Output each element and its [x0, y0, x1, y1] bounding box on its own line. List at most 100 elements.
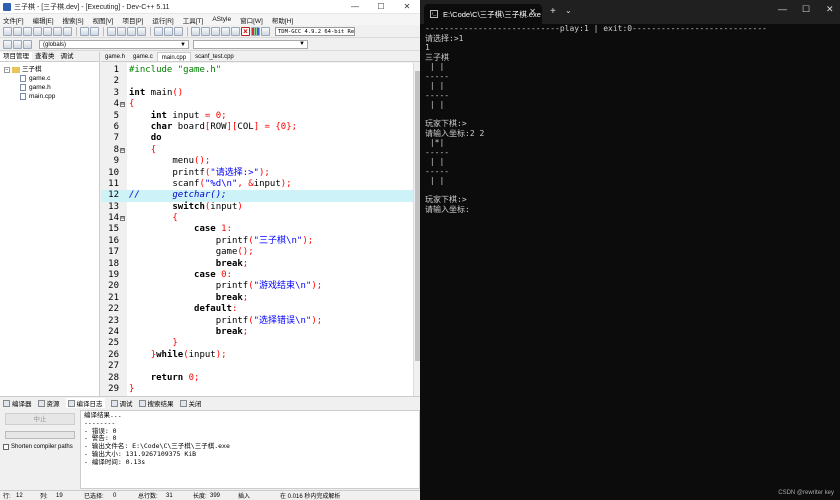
- maximize-button[interactable]: ☐: [368, 0, 394, 14]
- undo-icon[interactable]: [80, 26, 89, 36]
- new-file-icon[interactable]: [3, 26, 12, 36]
- close-button[interactable]: ✕: [826, 4, 834, 15]
- bookmark-icon[interactable]: [174, 26, 183, 36]
- menu-project[interactable]: 项目[P]: [122, 15, 143, 25]
- code-line[interactable]: 7 do: [101, 133, 420, 144]
- code-line[interactable]: 25 }: [101, 338, 420, 349]
- file-node-game-h[interactable]: game.h: [4, 83, 99, 92]
- tab-compile-log[interactable]: 编译日志: [65, 398, 105, 408]
- code-line[interactable]: 19 case 0:: [101, 270, 420, 281]
- code-line[interactable]: 22 default:: [101, 304, 420, 315]
- project-add-icon[interactable]: [13, 39, 22, 49]
- code-line[interactable]: 1 #include "game.h": [101, 65, 420, 76]
- menu-astyle[interactable]: AStyle: [212, 16, 231, 23]
- code-line[interactable]: 24 break;: [101, 327, 420, 338]
- code-line[interactable]: 4 ⊟ {: [101, 99, 420, 110]
- code-line[interactable]: 3 int main(): [101, 88, 420, 99]
- menu-search[interactable]: 搜索[S]: [63, 15, 84, 25]
- tab-classes[interactable]: 查看类: [32, 52, 58, 61]
- rebuild-icon[interactable]: [221, 26, 230, 36]
- code-line[interactable]: 8 ⊟ {: [101, 145, 420, 156]
- code-line[interactable]: 29}: [101, 384, 420, 395]
- project-remove-icon[interactable]: [23, 39, 32, 49]
- code-line[interactable]: 20 printf("游戏结束\n");: [101, 281, 420, 292]
- menu-tools[interactable]: 工具[T]: [183, 15, 204, 25]
- find-next-icon[interactable]: [127, 26, 136, 36]
- tab-close[interactable]: 关闭: [179, 398, 202, 408]
- close-file-icon[interactable]: [43, 26, 52, 36]
- menu-run[interactable]: 运行[R]: [152, 15, 173, 25]
- close-button[interactable]: ✕: [394, 0, 420, 14]
- abort-compile-button[interactable]: 中止: [5, 413, 75, 425]
- check-syntax-icon[interactable]: [231, 26, 240, 36]
- tab-resources[interactable]: 资源: [37, 398, 60, 408]
- terminal-tab[interactable]: ›_ E:\Code\C\三子棋\三子棋.exe ✕: [424, 4, 542, 24]
- code-line[interactable]: 27: [101, 361, 420, 372]
- code-line[interactable]: 15 case 1:: [101, 224, 420, 235]
- code-line[interactable]: 6 char board[ROW][COL] = {0};: [101, 122, 420, 133]
- tab-compiler[interactable]: 编译器: [3, 398, 32, 408]
- code-line[interactable]: 9 menu();: [101, 156, 420, 167]
- code-line[interactable]: 5 int input = 0;: [101, 111, 420, 122]
- menu-help[interactable]: 帮助[H]: [272, 15, 293, 25]
- tab-main-cpp[interactable]: main.cpp: [156, 52, 192, 61]
- compiler-select[interactable]: TDM-GCC 4.9.2 64-bit Re: [275, 26, 355, 36]
- save-all-icon[interactable]: [33, 26, 42, 36]
- scope-select[interactable]: (globals) ▼: [39, 39, 189, 49]
- fold-toggle-icon[interactable]: ⊟: [120, 216, 125, 222]
- code-line[interactable]: 11 scanf("%d\n", &input);: [101, 179, 420, 190]
- shorten-paths-checkbox[interactable]: [3, 444, 9, 450]
- unindent-icon[interactable]: [164, 26, 173, 36]
- open-icon[interactable]: [13, 26, 22, 36]
- collapse-icon[interactable]: −: [4, 66, 10, 73]
- maximize-button[interactable]: ☐: [802, 4, 810, 15]
- minimize-button[interactable]: —: [342, 0, 368, 14]
- editor-scrollbar[interactable]: [413, 63, 420, 396]
- code-line[interactable]: 16 printf("三子棋\n");: [101, 236, 420, 247]
- close-all-icon[interactable]: [53, 26, 62, 36]
- menu-edit[interactable]: 编辑[E]: [33, 15, 54, 25]
- shorten-paths-option[interactable]: Shorten compiler paths: [3, 444, 73, 450]
- menu-file[interactable]: 文件[F]: [3, 15, 24, 25]
- code-line[interactable]: 23 printf("选择错误\n");: [101, 316, 420, 327]
- compile-run-icon[interactable]: [211, 26, 220, 36]
- menu-window[interactable]: 窗口[W]: [240, 15, 263, 25]
- chevron-down-icon[interactable]: ⌄: [565, 6, 572, 15]
- minimize-button[interactable]: —: [778, 4, 787, 14]
- fold-toggle-icon[interactable]: ⊟: [120, 102, 125, 108]
- menu-view[interactable]: 视图[V]: [93, 15, 114, 25]
- tab-scanf-test[interactable]: scanf_test.cpp: [191, 52, 238, 61]
- code-line[interactable]: 13 switch(input): [101, 202, 420, 213]
- file-node-main-cpp[interactable]: main.cpp: [4, 92, 99, 101]
- code-line[interactable]: 26 }while(input);: [101, 350, 420, 361]
- code-line[interactable]: 21 break;: [101, 293, 420, 304]
- tab-game-h[interactable]: game.h: [101, 52, 129, 61]
- code-line[interactable]: 18 break;: [101, 259, 420, 270]
- tab-search-results[interactable]: 搜索结果: [138, 398, 174, 408]
- redo-icon[interactable]: [90, 26, 99, 36]
- close-tab-icon[interactable]: ✕: [529, 7, 536, 16]
- code-editor[interactable]: 1 #include "game.h" 2 3 int main() 4 ⊟{5 int i…: [101, 63, 420, 396]
- run-icon[interactable]: [201, 26, 210, 36]
- fold-toggle-icon[interactable]: ⊟: [120, 147, 125, 153]
- goto-line-icon[interactable]: [137, 26, 146, 36]
- new-tab-button[interactable]: +: [550, 6, 556, 17]
- tab-game-c[interactable]: game.c: [129, 52, 157, 61]
- tab-debug[interactable]: 调试: [58, 52, 77, 61]
- code-line[interactable]: 2: [101, 76, 420, 87]
- member-select[interactable]: ▼: [193, 39, 308, 49]
- print-icon[interactable]: [63, 26, 72, 36]
- project-new-icon[interactable]: [3, 39, 12, 49]
- code-line[interactable]: 28 return 0;: [101, 373, 420, 384]
- debug-icon[interactable]: [261, 26, 270, 36]
- tab-debug-output[interactable]: 调试: [110, 398, 133, 408]
- code-line[interactable]: 12 // getchar();: [101, 190, 420, 202]
- indent-icon[interactable]: [154, 26, 163, 36]
- replace-icon[interactable]: [117, 26, 126, 36]
- profile-chart-icon[interactable]: [251, 26, 260, 36]
- tab-project[interactable]: 项目管理: [0, 52, 32, 61]
- save-icon[interactable]: [23, 26, 32, 36]
- terminal-output[interactable]: ----------------------------play:1 | exi…: [425, 24, 835, 214]
- stop-execution-icon[interactable]: ×: [241, 26, 250, 36]
- file-node-game-c[interactable]: game.c: [4, 74, 99, 83]
